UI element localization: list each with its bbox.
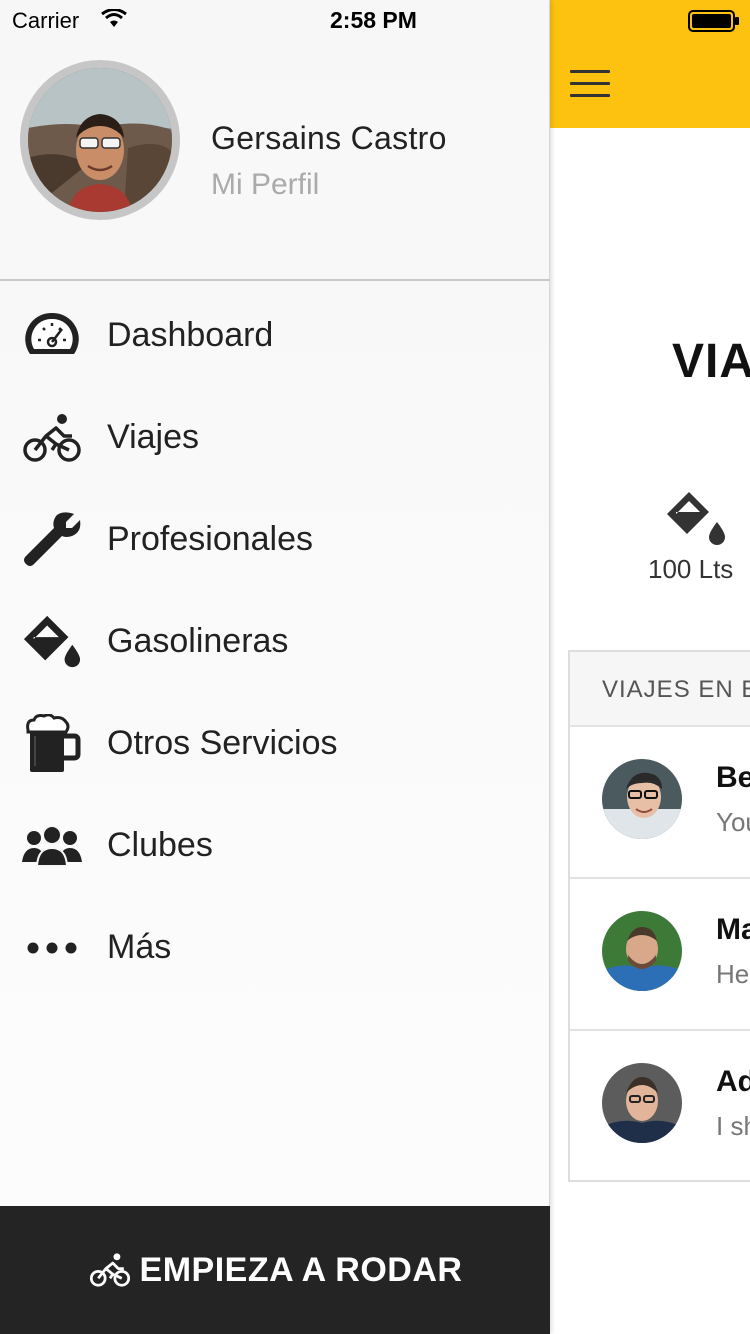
trip-message: You: [716, 807, 750, 837]
bicycle-icon: [22, 408, 82, 468]
menu-toggle-button[interactable]: [570, 70, 610, 98]
fuel-value: 100 Lts: [648, 554, 734, 584]
menu-item-label: Profesionales: [107, 520, 314, 558]
status-bar: Carrier 2:58 PM: [0, 0, 750, 40]
speedometer-icon: [22, 306, 82, 366]
carrier-label: Carrier: [12, 8, 80, 33]
trip-name: Ad: [716, 1065, 750, 1098]
hamburger-line: [570, 94, 610, 97]
beer-mug-icon: [22, 714, 82, 774]
start-ride-label: EMPIEZA A RODAR: [139, 1250, 463, 1289]
fuel-bucket-icon: [667, 492, 725, 545]
side-drawer: Gersains Castro Mi Perfil Dashboard Viaj…: [0, 0, 550, 1334]
trip-message: I sh: [716, 1111, 750, 1141]
battery-icon: [688, 10, 739, 32]
fuel-stat: 100 Lts: [640, 488, 750, 585]
wifi-icon: [101, 9, 127, 27]
trip-row[interactable]: Be You: [570, 727, 750, 879]
trip-row[interactable]: Ma He: [570, 879, 750, 1031]
menu-item-label: Más: [107, 928, 172, 966]
page-title: VIA: [672, 335, 750, 388]
menu-item-label: Gasolineras: [107, 622, 289, 660]
trips-header: VIAJES EN E: [570, 652, 750, 727]
menu-item-gasolineras[interactable]: Gasolineras: [0, 590, 550, 692]
trip-name: Be: [716, 761, 750, 794]
trip-message: He: [716, 959, 750, 989]
profile-name: Gersains Castro: [211, 120, 447, 156]
menu-item-label: Dashboard: [107, 316, 274, 354]
profile-link[interactable]: Mi Perfil: [211, 168, 319, 202]
trip-row[interactable]: Ad I sh: [570, 1031, 750, 1183]
start-ride-button[interactable]: EMPIEZA A RODAR: [0, 1206, 550, 1334]
menu-item-mas[interactable]: Más: [0, 896, 550, 998]
trips-card: VIAJES EN E Be You: [568, 650, 750, 1182]
status-time: 2:58 PM: [330, 7, 417, 33]
bicycle-icon: [89, 1253, 130, 1287]
hamburger-line: [570, 70, 610, 73]
avatar: [602, 759, 682, 839]
drawer-menu: Dashboard Viajes Profesionales Gasoliner…: [0, 284, 550, 998]
avatar: [602, 1063, 682, 1143]
menu-item-clubes[interactable]: Clubes: [0, 794, 550, 896]
group-icon: [22, 816, 82, 876]
profile-header[interactable]: Gersains Castro Mi Perfil: [0, 40, 550, 281]
menu-item-label: Clubes: [107, 826, 213, 864]
menu-item-profesionales[interactable]: Profesionales: [0, 488, 550, 590]
menu-item-label: Viajes: [107, 418, 199, 456]
menu-item-label: Otros Servicios: [107, 724, 338, 762]
avatar: [20, 60, 180, 220]
menu-item-viajes[interactable]: Viajes: [0, 386, 550, 488]
avatar: [602, 911, 682, 991]
menu-item-dashboard[interactable]: Dashboard: [0, 284, 550, 386]
more-dots-icon: [22, 918, 82, 978]
menu-item-otros-servicios[interactable]: Otros Servicios: [0, 692, 550, 794]
hamburger-line: [570, 82, 610, 85]
trip-name: Ma: [716, 913, 750, 946]
wrench-icon: [22, 510, 82, 570]
fuel-bucket-icon: [22, 612, 82, 672]
